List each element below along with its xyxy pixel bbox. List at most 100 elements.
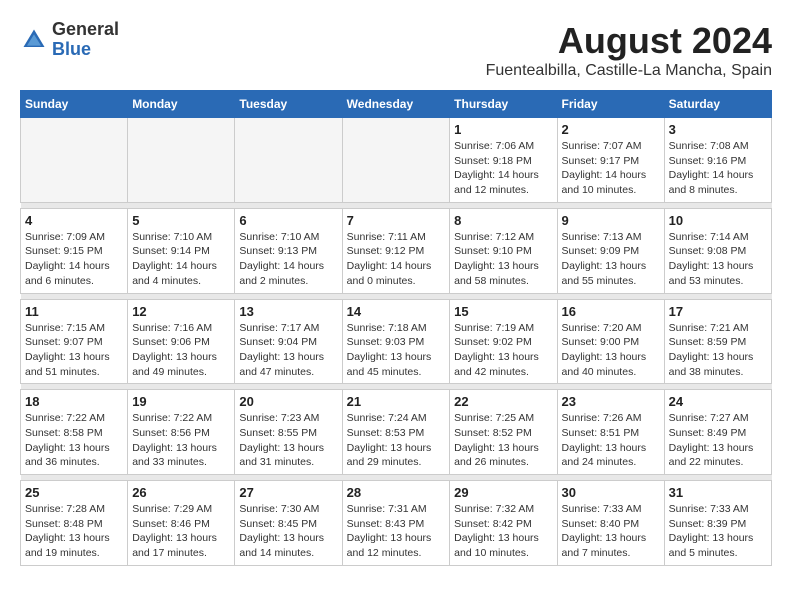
day-info: Sunrise: 7:14 AMSunset: 9:08 PMDaylight:…	[669, 230, 767, 289]
calendar-day-cell: 13 Sunrise: 7:17 AMSunset: 9:04 PMDayligh…	[235, 299, 342, 384]
calendar-day-cell: 25 Sunrise: 7:28 AMSunset: 8:48 PMDayligh…	[21, 481, 128, 566]
day-info: Sunrise: 7:12 AMSunset: 9:10 PMDaylight:…	[454, 230, 552, 289]
calendar-header-row: Sunday Monday Tuesday Wednesday Thursday…	[21, 91, 772, 118]
page-subtitle: Fuentealbilla, Castille-La Mancha, Spain	[486, 62, 772, 80]
calendar-day-cell: 17Sunrise: 7:21 AMSunset: 8:59 PMDayligh…	[664, 299, 771, 384]
calendar-day-cell	[342, 118, 450, 203]
day-number: 20	[239, 394, 337, 409]
day-number: 18	[25, 394, 123, 409]
calendar-day-cell: 31Sunrise: 7:33 AMSunset: 8:39 PMDayligh…	[664, 481, 771, 566]
calendar-day-cell: 27 Sunrise: 7:30 AMSunset: 8:45 PMDayligh…	[235, 481, 342, 566]
day-info: Sunrise: 7:28 AMSunset: 8:48 PMDaylight:…	[25, 502, 123, 561]
day-number: 19	[132, 394, 230, 409]
day-number: 25	[25, 485, 123, 500]
day-number: 5	[132, 213, 230, 228]
day-number: 10	[669, 213, 767, 228]
day-number: 3	[669, 122, 767, 137]
logo-blue: Blue	[52, 39, 91, 59]
day-info: Sunrise: 7:32 AMSunset: 8:42 PMDaylight:…	[454, 502, 552, 561]
day-info: Sunrise: 7:30 AMSunset: 8:45 PMDaylight:…	[239, 502, 337, 561]
day-number: 23	[562, 394, 660, 409]
day-number: 27	[239, 485, 337, 500]
day-info: Sunrise: 7:07 AMSunset: 9:17 PMDaylight:…	[562, 139, 660, 198]
calendar-day-cell: 29Sunrise: 7:32 AMSunset: 8:42 PMDayligh…	[450, 481, 557, 566]
calendar-day-cell: 10 Sunrise: 7:14 AMSunset: 9:08 PMDayligh…	[664, 208, 771, 293]
day-info: Sunrise: 7:29 AMSunset: 8:46 PMDaylight:…	[132, 502, 230, 561]
header-monday: Monday	[128, 91, 235, 118]
calendar-day-cell: 5Sunrise: 7:10 AMSunset: 9:14 PMDaylight…	[128, 208, 235, 293]
day-info: Sunrise: 7:27 AMSunset: 8:49 PMDaylight:…	[669, 411, 767, 470]
header-wednesday: Wednesday	[342, 91, 450, 118]
logo-general: General	[52, 19, 119, 39]
day-info: Sunrise: 7:18 AMSunset: 9:03 PMDaylight:…	[347, 321, 446, 380]
calendar-day-cell: 30 Sunrise: 7:33 AMSunset: 8:40 PMDayligh…	[557, 481, 664, 566]
calendar-day-cell: 15 Sunrise: 7:19 AMSunset: 9:02 PMDayligh…	[450, 299, 557, 384]
day-info: Sunrise: 7:08 AMSunset: 9:16 PMDaylight:…	[669, 139, 767, 198]
calendar-day-cell: 6 Sunrise: 7:10 AMSunset: 9:13 PMDaylight…	[235, 208, 342, 293]
header-thursday: Thursday	[450, 91, 557, 118]
day-number: 4	[25, 213, 123, 228]
day-number: 28	[347, 485, 446, 500]
calendar-table: Sunday Monday Tuesday Wednesday Thursday…	[20, 90, 772, 566]
day-info: Sunrise: 7:23 AMSunset: 8:55 PMDaylight:…	[239, 411, 337, 470]
calendar-day-cell: 19 Sunrise: 7:22 AMSunset: 8:56 PMDayligh…	[128, 390, 235, 475]
calendar-day-cell	[128, 118, 235, 203]
day-info: Sunrise: 7:09 AMSunset: 9:15 PMDaylight:…	[25, 230, 123, 289]
calendar-day-cell	[21, 118, 128, 203]
calendar-day-cell: 9 Sunrise: 7:13 AMSunset: 9:09 PMDaylight…	[557, 208, 664, 293]
calendar-day-cell	[235, 118, 342, 203]
day-info: Sunrise: 7:33 AMSunset: 8:39 PMDaylight:…	[669, 502, 767, 561]
day-number: 13	[239, 304, 337, 319]
calendar-day-cell: 21 Sunrise: 7:24 AMSunset: 8:53 PMDayligh…	[342, 390, 450, 475]
day-number: 17	[669, 304, 767, 319]
day-info: Sunrise: 7:22 AMSunset: 8:56 PMDaylight:…	[132, 411, 230, 470]
day-info: Sunrise: 7:17 AMSunset: 9:04 PMDaylight:…	[239, 321, 337, 380]
day-info: Sunrise: 7:13 AMSunset: 9:09 PMDaylight:…	[562, 230, 660, 289]
calendar-day-cell: 3 Sunrise: 7:08 AMSunset: 9:16 PMDaylight…	[664, 118, 771, 203]
calendar-day-cell: 8 Sunrise: 7:12 AMSunset: 9:10 PMDaylight…	[450, 208, 557, 293]
day-number: 14	[347, 304, 446, 319]
day-info: Sunrise: 7:20 AMSunset: 9:00 PMDaylight:…	[562, 321, 660, 380]
calendar-day-cell: 16 Sunrise: 7:20 AMSunset: 9:00 PMDayligh…	[557, 299, 664, 384]
calendar-day-cell: 14 Sunrise: 7:18 AMSunset: 9:03 PMDayligh…	[342, 299, 450, 384]
calendar-day-cell: 4 Sunrise: 7:09 AMSunset: 9:15 PMDaylight…	[21, 208, 128, 293]
day-number: 30	[562, 485, 660, 500]
calendar-week-row: 1Sunrise: 7:06 AMSunset: 9:18 PMDaylight…	[21, 118, 772, 203]
day-number: 15	[454, 304, 552, 319]
day-info: Sunrise: 7:10 AMSunset: 9:13 PMDaylight:…	[239, 230, 337, 289]
day-info: Sunrise: 7:25 AMSunset: 8:52 PMDaylight:…	[454, 411, 552, 470]
calendar-day-cell: 26 Sunrise: 7:29 AMSunset: 8:46 PMDayligh…	[128, 481, 235, 566]
day-info: Sunrise: 7:31 AMSunset: 8:43 PMDaylight:…	[347, 502, 446, 561]
day-info: Sunrise: 7:19 AMSunset: 9:02 PMDaylight:…	[454, 321, 552, 380]
day-info: Sunrise: 7:33 AMSunset: 8:40 PMDaylight:…	[562, 502, 660, 561]
day-number: 8	[454, 213, 552, 228]
day-number: 6	[239, 213, 337, 228]
page-title: August 2024	[486, 20, 772, 62]
calendar-week-row: 25 Sunrise: 7:28 AMSunset: 8:48 PMDayligh…	[21, 481, 772, 566]
day-info: Sunrise: 7:16 AMSunset: 9:06 PMDaylight:…	[132, 321, 230, 380]
day-number: 12	[132, 304, 230, 319]
calendar-day-cell: 18 Sunrise: 7:22 AMSunset: 8:58 PMDayligh…	[21, 390, 128, 475]
page-header: General Blue August 2024 Fuentealbilla, …	[20, 20, 772, 80]
calendar-week-row: 4 Sunrise: 7:09 AMSunset: 9:15 PMDaylight…	[21, 208, 772, 293]
day-info: Sunrise: 7:24 AMSunset: 8:53 PMDaylight:…	[347, 411, 446, 470]
calendar-day-cell: 1Sunrise: 7:06 AMSunset: 9:18 PMDaylight…	[450, 118, 557, 203]
day-number: 11	[25, 304, 123, 319]
header-sunday: Sunday	[21, 91, 128, 118]
logo-text: General Blue	[52, 20, 119, 60]
calendar-day-cell: 7Sunrise: 7:11 AMSunset: 9:12 PMDaylight…	[342, 208, 450, 293]
day-info: Sunrise: 7:22 AMSunset: 8:58 PMDaylight:…	[25, 411, 123, 470]
day-number: 9	[562, 213, 660, 228]
day-number: 26	[132, 485, 230, 500]
day-number: 24	[669, 394, 767, 409]
header-friday: Friday	[557, 91, 664, 118]
calendar-day-cell: 20 Sunrise: 7:23 AMSunset: 8:55 PMDayligh…	[235, 390, 342, 475]
calendar-day-cell: 23Sunrise: 7:26 AMSunset: 8:51 PMDayligh…	[557, 390, 664, 475]
day-number: 16	[562, 304, 660, 319]
day-number: 21	[347, 394, 446, 409]
calendar-day-cell: 22Sunrise: 7:25 AMSunset: 8:52 PMDayligh…	[450, 390, 557, 475]
header-saturday: Saturday	[664, 91, 771, 118]
day-info: Sunrise: 7:06 AMSunset: 9:18 PMDaylight:…	[454, 139, 552, 198]
logo-icon	[20, 26, 48, 54]
title-block: August 2024 Fuentealbilla, Castille-La M…	[486, 20, 772, 80]
